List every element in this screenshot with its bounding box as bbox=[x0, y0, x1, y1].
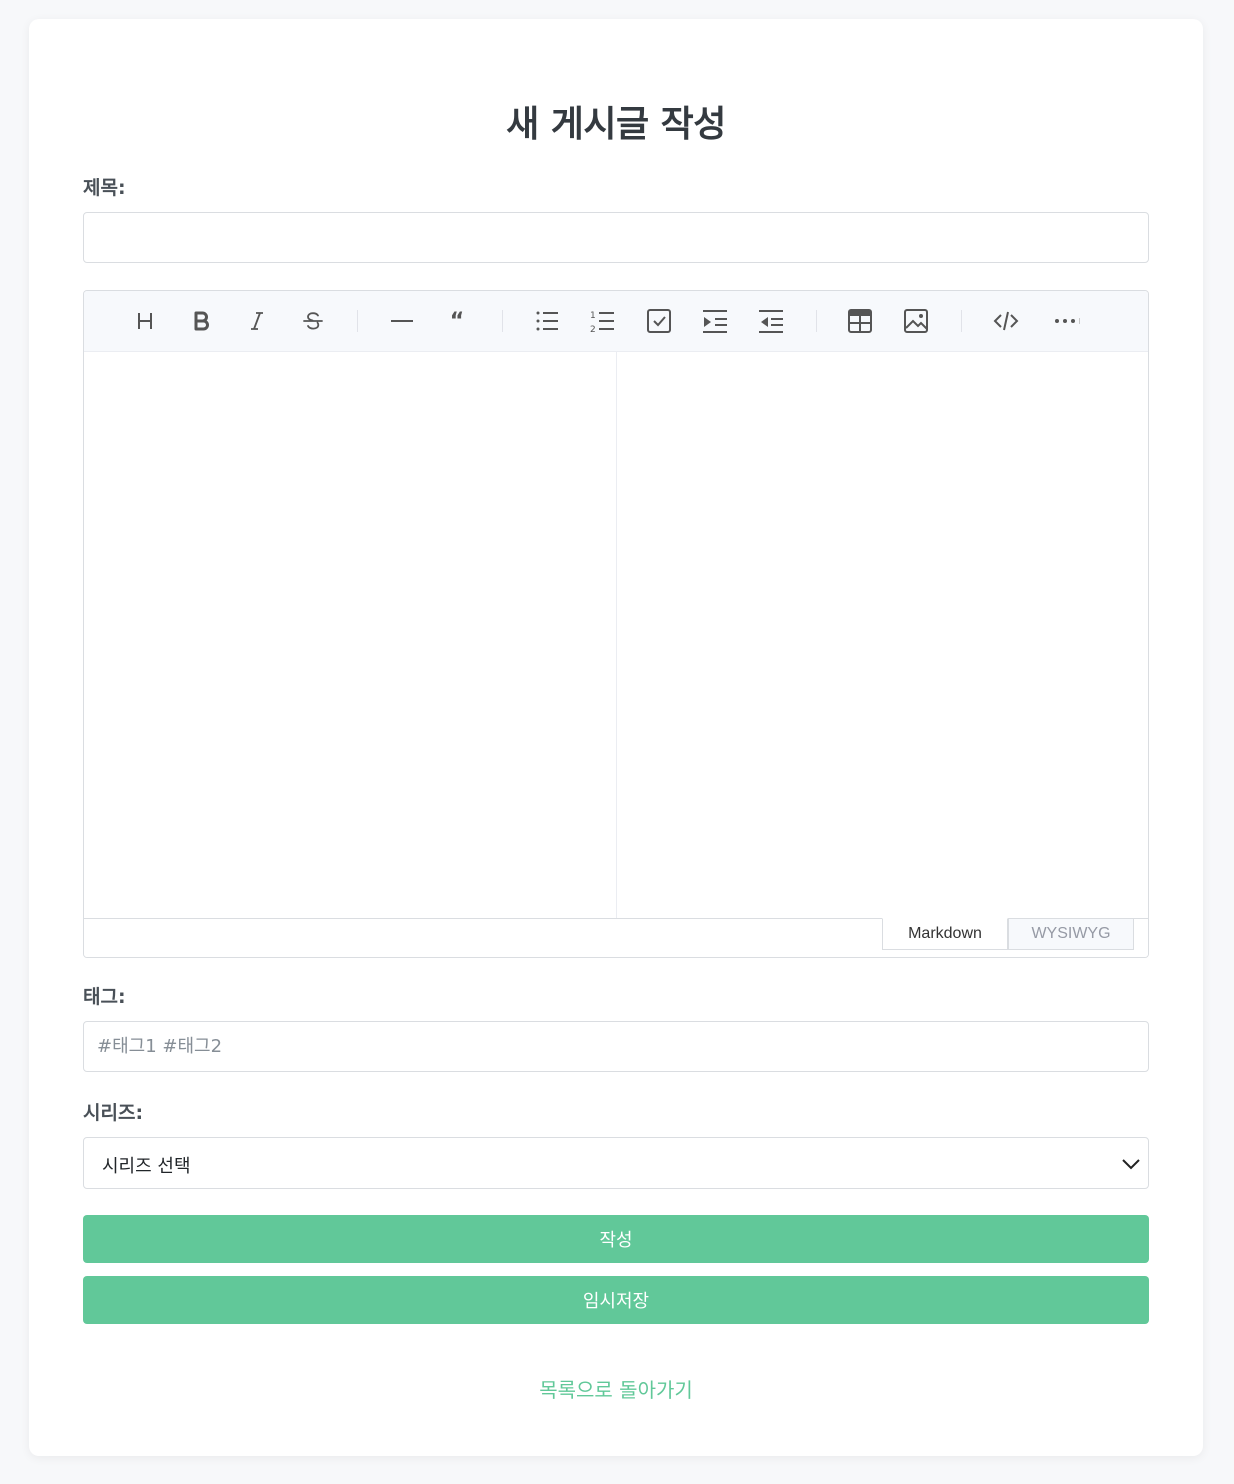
post-form-card: 새 게시글 작성 제목: “ 1 2 Markdown WYSIWYG 태그: … bbox=[29, 19, 1203, 1456]
toolbar-divider bbox=[502, 310, 503, 332]
indent-icon[interactable] bbox=[699, 305, 731, 337]
bold-icon[interactable] bbox=[185, 305, 217, 337]
code-block-icon[interactable] bbox=[990, 305, 1022, 337]
markdown-mode-tab[interactable]: Markdown bbox=[882, 918, 1008, 950]
toolbar-divider bbox=[816, 310, 817, 332]
series-label: 시리즈: bbox=[83, 1102, 144, 1124]
heading-icon[interactable] bbox=[129, 305, 161, 337]
task-list-icon[interactable] bbox=[643, 305, 675, 337]
editor-mode-switch: Markdown WYSIWYG bbox=[84, 918, 1148, 957]
more-icon[interactable] bbox=[1050, 305, 1082, 337]
tags-input[interactable] bbox=[83, 1021, 1149, 1072]
page-title: 새 게시글 작성 bbox=[506, 104, 726, 145]
svg-text:1: 1 bbox=[590, 311, 596, 321]
outdent-icon[interactable] bbox=[755, 305, 787, 337]
back-to-list-link[interactable]: 목록으로 돌아가기 bbox=[29, 1374, 1203, 1403]
quote-icon[interactable]: “ bbox=[441, 305, 473, 337]
toolbar-divider bbox=[961, 310, 962, 332]
series-select[interactable]: 시리즈 선택 bbox=[83, 1137, 1149, 1189]
tags-label: 태그: bbox=[83, 986, 126, 1008]
markdown-input-pane[interactable] bbox=[84, 352, 617, 918]
title-input[interactable] bbox=[83, 212, 1149, 263]
submit-button[interactable]: 작성 bbox=[83, 1215, 1149, 1263]
svg-text:“: “ bbox=[450, 309, 464, 334]
hr-icon[interactable] bbox=[386, 305, 418, 337]
markdown-editor: “ 12 Markdown WYSIWYG bbox=[83, 290, 1149, 958]
editor-toolbar: “ 12 bbox=[84, 291, 1148, 352]
title-label: 제목: bbox=[83, 177, 126, 199]
save-draft-button[interactable]: 임시저장 bbox=[83, 1276, 1149, 1324]
ordered-list-icon[interactable]: 12 bbox=[587, 305, 619, 337]
wysiwyg-mode-tab[interactable]: WYSIWYG bbox=[1008, 918, 1134, 950]
toolbar-divider bbox=[357, 310, 358, 332]
bullet-list-icon[interactable] bbox=[531, 305, 563, 337]
italic-icon[interactable] bbox=[241, 305, 273, 337]
image-icon[interactable] bbox=[900, 305, 932, 337]
preview-pane bbox=[618, 352, 1148, 918]
series-selected-value: 시리즈 선택 bbox=[102, 1156, 191, 1177]
chevron-down-icon bbox=[1122, 1159, 1140, 1170]
svg-text:2: 2 bbox=[590, 325, 596, 335]
strike-icon[interactable] bbox=[297, 305, 329, 337]
table-icon[interactable] bbox=[844, 305, 876, 337]
